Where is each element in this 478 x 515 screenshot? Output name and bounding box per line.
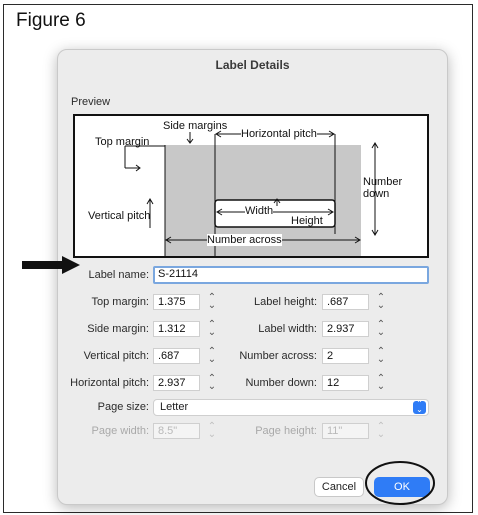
figure-title: Figure 6 [16, 10, 86, 31]
page-size-select[interactable]: Letter ⌃ ⌄ [153, 399, 429, 416]
label-details-dialog: Label Details Preview Side margins Top m… [57, 49, 448, 505]
number-across-stepper[interactable]: ⌃ ⌄ [376, 347, 386, 365]
top-margin-field[interactable]: 1.375 [153, 294, 200, 310]
number-down-stepper[interactable]: ⌃ ⌄ [376, 374, 386, 392]
page-height-field: 11" [322, 423, 369, 439]
number-down-label: Number down: [245, 377, 317, 389]
vertical-pitch-label: Vertical pitch: [83, 350, 149, 362]
top-margin-stepper[interactable]: ⌃ ⌄ [207, 293, 217, 311]
diagram-side-margins: Side margins [163, 120, 228, 132]
vertical-pitch-field[interactable]: .687 [153, 348, 200, 364]
horizontal-pitch-stepper[interactable]: ⌃ ⌄ [207, 374, 217, 392]
diagram-horizontal-pitch: Horizontal pitch [241, 128, 317, 140]
diagram-width: Width [245, 205, 274, 217]
diagram-number-down-line1: Number [363, 176, 403, 188]
page-size-value: Letter [160, 401, 189, 413]
side-margin-stepper[interactable]: ⌃ ⌄ [207, 320, 217, 338]
diagram-number-down-line2: down [363, 188, 390, 200]
preview-label: Preview [71, 96, 111, 108]
page-width-field: 8.5" [153, 423, 200, 439]
horizontal-pitch-field[interactable]: 2.937 [153, 375, 200, 391]
horizontal-pitch-label: Horizontal pitch: [70, 377, 149, 389]
select-chevron-icon: ⌃ ⌄ [413, 400, 426, 414]
label-height-stepper[interactable]: ⌃ ⌄ [376, 293, 386, 311]
dialog-title: Label Details [215, 58, 290, 72]
side-margin-label: Side margin: [87, 323, 149, 335]
vertical-pitch-stepper[interactable]: ⌃ ⌄ [207, 347, 217, 365]
preview-diagram: Side margins Top margin Horizontal pitch… [73, 114, 429, 258]
label-width-label: Label width: [258, 323, 317, 335]
cancel-button[interactable]: Cancel [314, 477, 364, 497]
label-width-stepper[interactable]: ⌃ ⌄ [376, 320, 386, 338]
diagram-vertical-pitch: Vertical pitch [88, 210, 151, 222]
page-height-label: Page height: [255, 425, 317, 437]
ok-highlight-circle [365, 461, 435, 505]
label-name-field[interactable]: S-21114 [153, 266, 429, 284]
top-margin-label: Top margin: [91, 296, 149, 308]
diagram-top-margin: Top margin [95, 136, 150, 148]
side-margin-field[interactable]: 1.312 [153, 321, 200, 337]
page-height-stepper: ⌃ ⌄ [376, 421, 386, 440]
number-across-label: Number across: [239, 350, 317, 362]
label-width-field[interactable]: 2.937 [322, 321, 369, 337]
page-width-stepper: ⌃ ⌄ [207, 421, 217, 440]
pointer-arrow-icon [22, 256, 80, 274]
number-down-field[interactable]: 12 [322, 375, 369, 391]
diagram-number-across: Number across [207, 234, 282, 246]
number-across-field[interactable]: 2 [322, 348, 369, 364]
label-height-label: Label height: [254, 296, 317, 308]
page-width-label: Page width: [91, 425, 149, 437]
page-size-label: Page size: [97, 401, 149, 413]
diagram-height: Height [291, 215, 323, 227]
label-height-field[interactable]: .687 [322, 294, 369, 310]
